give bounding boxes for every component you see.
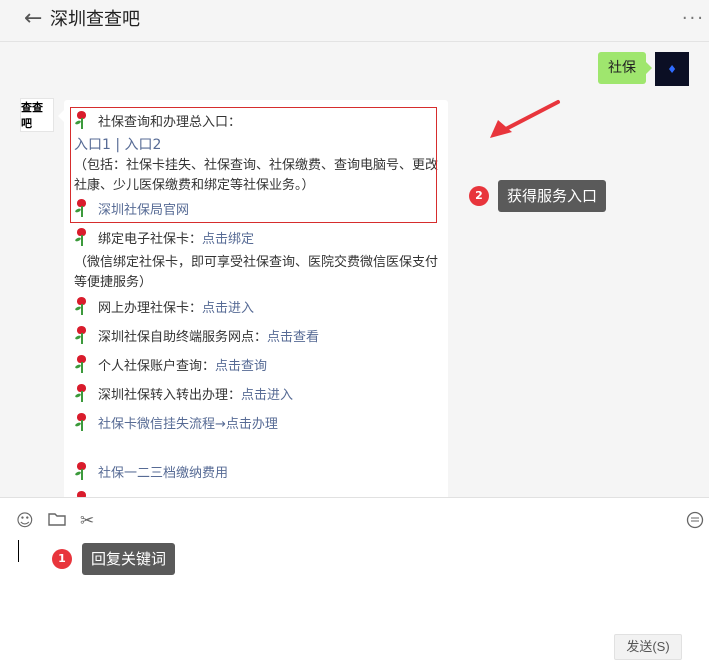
- item-label: 深圳社保自助终端服务网点：: [98, 330, 268, 345]
- list-item: 社保卡微信挂失流程→点击办理: [74, 413, 278, 435]
- report-loss-link[interactable]: 社保卡微信挂失流程→点击办理: [98, 417, 278, 432]
- scissors-icon[interactable]: ✂: [80, 511, 94, 531]
- rose-icon: [74, 326, 88, 344]
- list-item: 网上办理社保卡：点击进入: [74, 297, 254, 319]
- user-avatar[interactable]: ♦: [655, 52, 689, 86]
- contribution-fees-link[interactable]: 社保一二三档缴纳费用: [98, 466, 228, 481]
- online-card-link[interactable]: 点击进入: [202, 301, 254, 316]
- back-arrow-icon[interactable]: ←: [24, 6, 42, 31]
- item-label: 网上办理社保卡：: [98, 301, 203, 316]
- item-label: 深圳社保转入转出办理：: [98, 388, 242, 403]
- step-badge-2: 2: [469, 186, 489, 206]
- rose-icon: [74, 228, 88, 246]
- folder-icon[interactable]: [48, 511, 66, 532]
- item-label: 个人社保账户查询：: [98, 359, 216, 374]
- rose-icon: [74, 297, 88, 315]
- account-query-link[interactable]: 点击查询: [215, 359, 267, 374]
- step-badge-1: 1: [52, 549, 72, 569]
- account-avatar-logo: 查查吧: [21, 101, 43, 130]
- terminal-locations-link[interactable]: 点击查看: [267, 330, 319, 345]
- callout-reply-keyword: 回复关键词: [82, 543, 176, 575]
- bind-card-link[interactable]: 点击绑定: [202, 232, 254, 247]
- list-item: 社保一二三档缴纳费用: [74, 462, 228, 484]
- item-label: 绑定电子社保卡：: [98, 232, 203, 247]
- list-item: 深圳社保转入转出办理：点击进入: [74, 384, 293, 406]
- send-button[interactable]: 发送(S): [614, 634, 682, 660]
- chat-history-icon[interactable]: [686, 511, 704, 534]
- outgoing-message[interactable]: 社保: [598, 52, 652, 84]
- rose-icon: [74, 355, 88, 373]
- flame-icon: ♦: [667, 62, 677, 76]
- transfer-link[interactable]: 点击进入: [241, 388, 293, 403]
- list-item: 绑定电子社保卡：点击绑定: [74, 228, 254, 250]
- annotation-arrow-icon: [490, 100, 560, 138]
- bind-description: （微信绑定社保卡，即可享受社保查询、医院交费微信医保支付等便捷服务）: [74, 255, 439, 290]
- emoji-icon[interactable]: ☺: [16, 511, 34, 531]
- callout-service-entry: 获得服务入口: [498, 180, 607, 212]
- rose-icon: [74, 462, 88, 480]
- list-item: 深圳社保自助终端服务网点：点击查看: [74, 326, 319, 348]
- rose-icon: [74, 384, 88, 402]
- chat-header: ← 深圳查查吧 ···: [0, 0, 709, 42]
- text-cursor: [18, 540, 19, 562]
- account-avatar[interactable]: 查查吧: [20, 98, 54, 132]
- chat-title: 深圳查查吧: [50, 9, 140, 30]
- message-composer[interactable]: ☺ ✂ 发送(S): [0, 497, 709, 661]
- list-item: 个人社保账户查询：点击查询: [74, 355, 267, 377]
- rose-icon: [74, 413, 88, 431]
- more-options-icon[interactable]: ···: [682, 8, 705, 29]
- highlight-box: [70, 107, 437, 223]
